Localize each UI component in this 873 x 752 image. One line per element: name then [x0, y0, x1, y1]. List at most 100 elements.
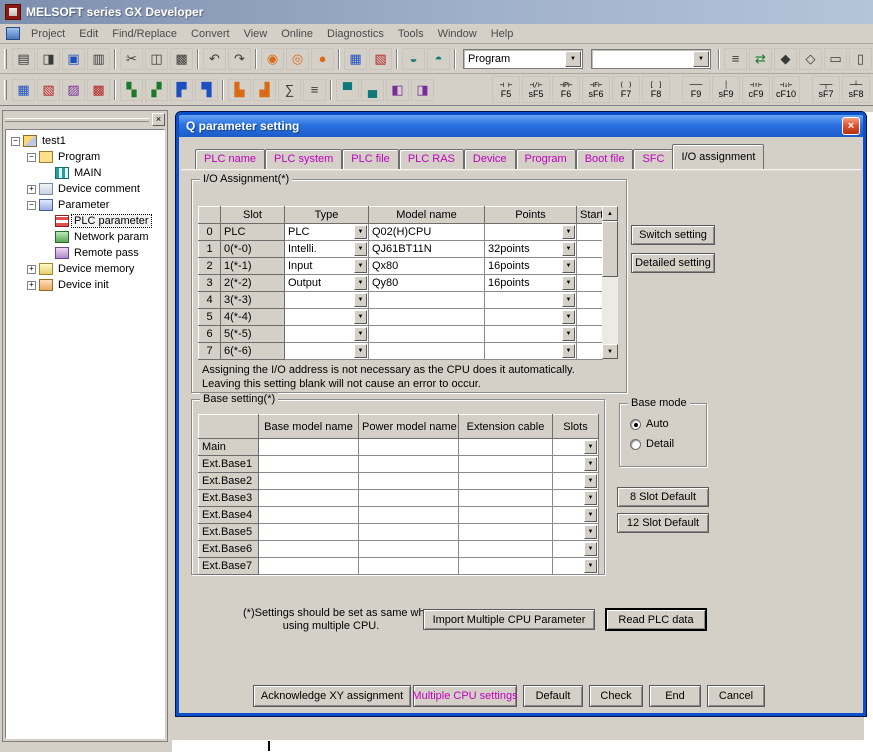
model-cell[interactable]: [369, 326, 485, 343]
fkey-application-button[interactable]: [ ]F8: [642, 76, 670, 103]
paste-icon[interactable]: ▩: [170, 48, 193, 70]
dropdown-arrow-icon[interactable]: [584, 491, 597, 505]
dropdown-arrow-icon[interactable]: [354, 225, 367, 239]
extension-cable-cell[interactable]: [459, 524, 553, 541]
extension-cable-cell[interactable]: [459, 473, 553, 490]
points-cell[interactable]: 32points: [485, 241, 577, 258]
expander-icon[interactable]: [27, 281, 36, 290]
expander-icon[interactable]: [11, 137, 20, 146]
base-model-cell[interactable]: [259, 507, 359, 524]
monitor-write-icon[interactable]: ●: [311, 48, 334, 70]
model-cell[interactable]: QJ61BT11N: [369, 241, 485, 258]
slots-cell[interactable]: [553, 524, 599, 541]
power-model-cell[interactable]: [359, 473, 459, 490]
default-button[interactable]: Default: [523, 685, 583, 707]
tab-boot-file[interactable]: Boot file: [576, 149, 634, 169]
fkey-coil-button[interactable]: ( )F7: [612, 76, 640, 103]
tab-plc-system[interactable]: PLC system: [265, 149, 342, 169]
expander-icon[interactable]: [27, 153, 36, 162]
tree-item-device-init[interactable]: Device init: [6, 277, 164, 293]
dropdown-arrow-icon[interactable]: [584, 474, 597, 488]
statement-edit-icon[interactable]: ▜: [195, 79, 218, 101]
expander-icon[interactable]: [27, 185, 36, 194]
cross-reference-icon[interactable]: ▭: [824, 48, 847, 70]
points-cell[interactable]: [485, 343, 577, 360]
device-test-icon[interactable]: ◓: [427, 48, 450, 70]
dropdown-arrow-icon[interactable]: [562, 242, 575, 256]
io-table-scrollbar[interactable]: [602, 206, 618, 359]
power-model-cell[interactable]: [359, 456, 459, 473]
multiple-cpu-settings-button[interactable]: Multiple CPU settings: [413, 685, 517, 707]
dropdown-arrow-icon[interactable]: [562, 293, 575, 307]
dropdown-arrow-icon[interactable]: [354, 276, 367, 290]
program-check-icon[interactable]: ∑: [278, 79, 301, 101]
dropdown-arrow-icon[interactable]: [584, 525, 597, 539]
dropdown-arrow-icon[interactable]: [584, 457, 597, 471]
tree-item-network-param[interactable]: Network param: [6, 229, 164, 245]
print-icon[interactable]: ▥: [87, 48, 110, 70]
menu-project[interactable]: Project: [24, 26, 72, 42]
model-cell[interactable]: Q02(H)CPU: [369, 224, 485, 241]
dropdown-arrow-icon[interactable]: [584, 559, 597, 573]
toolbar-grip[interactable]: [4, 80, 7, 100]
startxy-cell[interactable]: [577, 292, 603, 309]
power-model-cell[interactable]: [359, 541, 459, 558]
fkey-branch-up-button[interactable]: ─┴─sF8: [842, 76, 870, 103]
dropdown-arrow-icon[interactable]: [562, 276, 575, 290]
tab-sfc[interactable]: SFC: [633, 149, 673, 169]
tab-device[interactable]: Device: [464, 149, 516, 169]
tree-item-test1[interactable]: test1: [6, 133, 164, 149]
type-cell[interactable]: [285, 292, 369, 309]
dropdown-arrow-icon[interactable]: [584, 542, 597, 556]
radio-icon[interactable]: [630, 439, 641, 450]
dropdown-arrow-icon[interactable]: [354, 327, 367, 341]
base-model-cell[interactable]: [259, 541, 359, 558]
line-insert-icon[interactable]: ▚: [120, 79, 143, 101]
check-button[interactable]: Check: [589, 685, 643, 707]
points-cell[interactable]: [485, 326, 577, 343]
type-cell[interactable]: Intelli.: [285, 241, 369, 258]
extension-cable-cell[interactable]: [459, 507, 553, 524]
switch-setting-button[interactable]: Switch setting: [631, 225, 715, 245]
fkey-vline-button[interactable]: │sF9: [712, 76, 740, 103]
dropdown-arrow-icon[interactable]: [354, 344, 367, 358]
tab-plc-name[interactable]: PLC name: [195, 149, 265, 169]
write-mode-icon[interactable]: ▧: [369, 48, 392, 70]
menu-find-replace[interactable]: Find/Replace: [105, 26, 184, 42]
startxy-cell[interactable]: [577, 343, 603, 360]
tree-item-program[interactable]: Program: [6, 149, 164, 165]
tab-program[interactable]: Program: [516, 149, 576, 169]
dropdown-arrow-icon[interactable]: [584, 508, 597, 522]
base-mode-detail-radio[interactable]: Detail: [630, 438, 674, 450]
rung-insert-icon[interactable]: ▨: [62, 79, 85, 101]
fkey-rising-pulse-button[interactable]: ⊣↑⊢cF9: [742, 76, 770, 103]
offline-icon[interactable]: ◨: [411, 79, 434, 101]
panel-close-icon[interactable]: [152, 113, 165, 126]
read-plc-data-button[interactable]: Read PLC data: [605, 608, 707, 631]
base-model-cell[interactable]: [259, 439, 359, 456]
detailed-setting-button[interactable]: Detailed setting: [631, 253, 715, 273]
points-cell[interactable]: [485, 309, 577, 326]
line-delete-icon[interactable]: ▞: [145, 79, 168, 101]
tree-item-device-comment[interactable]: Device comment: [6, 181, 164, 197]
dropdown-arrow-icon[interactable]: [562, 259, 575, 273]
power-model-cell[interactable]: [359, 507, 459, 524]
startxy-cell[interactable]: [577, 224, 603, 241]
secondary-combo[interactable]: [591, 49, 711, 69]
power-model-cell[interactable]: [359, 524, 459, 541]
slots-cell[interactable]: [553, 473, 599, 490]
base-model-cell[interactable]: [259, 473, 359, 490]
model-cell[interactable]: Qy80: [369, 275, 485, 292]
extension-cable-cell[interactable]: [459, 439, 553, 456]
read-mode-icon[interactable]: ▦: [344, 48, 367, 70]
dialog-close-icon[interactable]: [842, 117, 860, 135]
ladder-symbol-icon[interactable]: ▦: [12, 79, 35, 101]
extension-cable-cell[interactable]: [459, 541, 553, 558]
tab-plc-file[interactable]: PLC file: [342, 149, 399, 169]
menu-convert[interactable]: Convert: [184, 26, 237, 42]
list-used-devices-icon[interactable]: ▯: [849, 48, 872, 70]
slot-12-default-button[interactable]: 12 Slot Default: [617, 513, 709, 533]
note-edit-icon[interactable]: ▙: [228, 79, 251, 101]
menu-edit[interactable]: Edit: [72, 26, 105, 42]
import-multiple-cpu-button[interactable]: Import Multiple CPU Parameter: [423, 609, 595, 630]
